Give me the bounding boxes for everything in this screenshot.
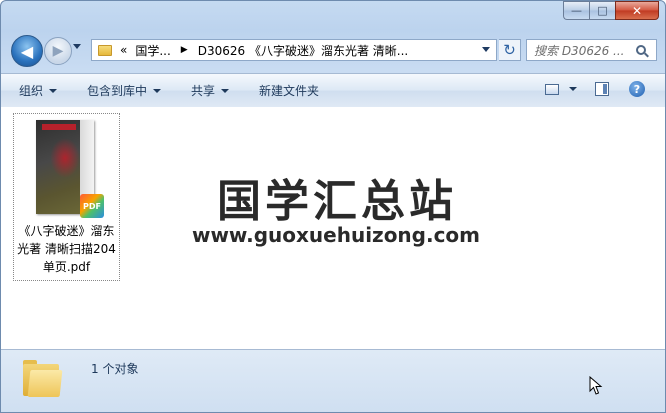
item-count: 1 个对象 (91, 362, 139, 376)
share-label: 共享 (191, 84, 216, 98)
watermark-url: www.guoxuehuizong.com (191, 223, 481, 247)
preview-pane-icon[interactable] (595, 82, 609, 96)
file-item-pdf[interactable]: PDF 《八字破迷》溜东光著 清晰扫描204单页.pdf (13, 113, 120, 281)
command-bar: 组织 包含到库中 共享 新建文件夹 ? (1, 73, 665, 108)
back-button[interactable]: ◀ (11, 35, 43, 67)
pdf-icon: PDF (80, 194, 104, 218)
details-pane: 1 个对象 (1, 349, 665, 412)
chevron-down-icon (221, 88, 230, 93)
breadcrumb-item[interactable]: 国学... (135, 42, 170, 59)
breadcrumb-separator-icon[interactable]: ▶ (181, 45, 188, 55)
share-menu[interactable]: 共享 (191, 82, 230, 99)
search-icon[interactable] (636, 45, 646, 55)
new-folder-button[interactable]: 新建文件夹 (259, 82, 319, 99)
caption-buttons: — □ ✕ (563, 1, 659, 20)
organize-menu[interactable]: 组织 (19, 82, 58, 99)
file-name: 《八字破迷》溜东光著 清晰扫描204单页.pdf (17, 224, 116, 274)
help-icon[interactable]: ? (629, 81, 645, 97)
search-box[interactable]: 搜索 D30626 ... (526, 39, 657, 61)
address-bar[interactable]: « 国学... ▶ D30626 《八字破迷》溜东光著 清晰... (91, 39, 497, 61)
breadcrumb-overflow[interactable]: « (120, 43, 127, 57)
breadcrumb-item-current[interactable]: D30626 《八字破迷》溜东光著 清晰... (198, 42, 409, 59)
search-input[interactable]: 搜索 D30626 ... (534, 42, 632, 59)
back-arrow-icon: ◀ (20, 41, 34, 61)
recent-pages-dropdown[interactable] (73, 44, 81, 49)
folder-icon (23, 360, 63, 398)
include-in-library-menu[interactable]: 包含到库中 (87, 82, 162, 99)
view-options-dropdown-icon[interactable] (569, 87, 577, 91)
minimize-button[interactable]: — (563, 1, 589, 20)
new-folder-label: 新建文件夹 (259, 84, 320, 98)
close-button[interactable]: ✕ (615, 1, 659, 20)
refresh-icon: ↻ (503, 41, 516, 59)
mouse-cursor-icon (589, 376, 603, 395)
address-dropdown-icon[interactable] (482, 47, 490, 52)
explorer-window: — □ ✕ ◀ ▶ « 国学... ▶ D30626 《八字破迷》溜东光著 清晰… (0, 0, 666, 413)
toolbar-right: ? (545, 81, 645, 97)
folder-icon (98, 44, 112, 56)
forward-button[interactable]: ▶ (44, 37, 72, 65)
chevron-down-icon (153, 88, 162, 93)
chevron-down-icon (49, 88, 58, 93)
include-in-library-label: 包含到库中 (87, 84, 148, 98)
maximize-button[interactable]: □ (589, 1, 615, 20)
organize-label: 组织 (19, 84, 44, 98)
refresh-button[interactable]: ↻ (499, 39, 521, 61)
forward-arrow-icon: ▶ (52, 43, 64, 59)
view-options-icon[interactable] (545, 83, 559, 95)
navigation-bar: ◀ ▶ « 国学... ▶ D30626 《八字破迷》溜东光著 清晰... ↻ … (9, 35, 657, 67)
file-list[interactable]: PDF 《八字破迷》溜东光著 清晰扫描204单页.pdf 国学汇总站 www.g… (1, 107, 665, 349)
watermark-title: 国学汇总站 (217, 176, 457, 227)
